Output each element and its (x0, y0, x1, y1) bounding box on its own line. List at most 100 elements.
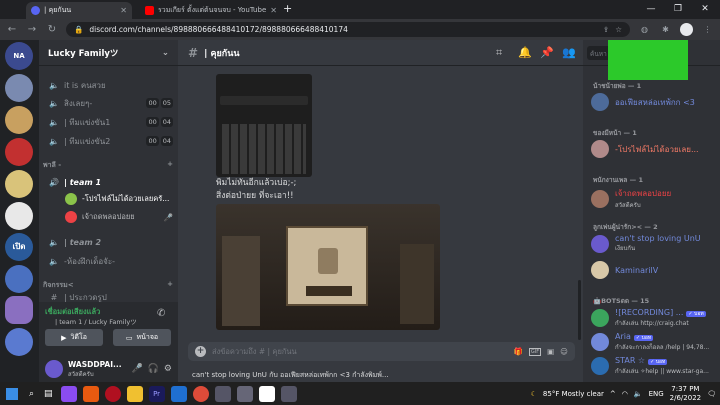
member-item[interactable]: STAR ☆ ✓ บอท กำลังเล่น ✧help || www.star-g… (591, 356, 715, 376)
task-view-icon[interactable]: ▤ (44, 389, 53, 399)
avatar[interactable] (45, 360, 63, 378)
clock[interactable]: 7:37 PM 2/6/2022 (670, 385, 701, 403)
emoji-icon[interactable]: ☺ (560, 347, 568, 356)
member-item[interactable]: ![RECORDING] ... ✓ บอท กำลังเล่น http://cr… (591, 308, 715, 328)
member-item[interactable]: -โปรไฟล์ไม่ได้อวยเลย... (591, 140, 715, 158)
server-header[interactable]: Lucky Familyツ ⌄ (39, 40, 178, 66)
app-icon[interactable] (214, 385, 231, 402)
chat-scrollbar[interactable] (578, 280, 581, 340)
back-icon[interactable]: ← (6, 24, 18, 35)
server-icon[interactable] (5, 74, 33, 102)
avatar (591, 333, 609, 351)
server-icon[interactable]: NA (5, 42, 33, 70)
chrome-icon[interactable] (192, 385, 209, 402)
voice-channel[interactable]: 🔈 -ห้องฝึกเด็อจัะ- (45, 252, 173, 270)
minimize-icon[interactable]: — (638, 2, 664, 16)
server-icon[interactable] (5, 202, 33, 230)
disconnect-icon[interactable]: ✆ (157, 308, 165, 319)
app-icon[interactable] (236, 385, 253, 402)
gear-icon[interactable]: ⚙ (164, 364, 172, 374)
server-icon[interactable] (5, 106, 33, 134)
weather-text[interactable]: 85°F Mostly clear (543, 390, 604, 398)
close-window-icon[interactable]: ✕ (692, 2, 718, 16)
plus-icon[interactable]: + (167, 280, 173, 291)
voice-user[interactable]: -โปรไฟล์ไม่ได้อวยเลยครั... (65, 193, 173, 205)
star-icon[interactable]: ☆ (615, 25, 622, 34)
voice-channel[interactable]: 🔈 สิงเลยๆ- 00 05 (45, 94, 173, 112)
profile-avatar[interactable] (680, 23, 693, 36)
gif-icon[interactable]: GIF (528, 347, 542, 356)
bot-badge: ✓ บอท (648, 359, 668, 365)
volume-icon[interactable]: 🔈 (634, 390, 643, 398)
address-bar[interactable]: 🔒 discord.com/channels/89888066648841017… (66, 22, 630, 37)
share-icon[interactable]: ⇪ (603, 25, 609, 34)
reload-icon[interactable]: ↻ (46, 24, 58, 35)
gift-icon[interactable]: 🎁 (514, 347, 523, 356)
bell-icon[interactable]: 🔔 (518, 46, 532, 59)
member-item[interactable]: can't stop loving UnU เงียบกัน (591, 234, 715, 253)
voice-channel[interactable]: 🔈 | ทีมแข่งขัน1 00 04 (45, 113, 173, 131)
menu-icon[interactable]: ⋮ (701, 23, 714, 36)
voice-channel-team1[interactable]: 🔊 | team 1 (45, 173, 173, 191)
messenger-icon[interactable] (60, 385, 77, 402)
server-icon[interactable] (5, 328, 33, 356)
screen-share-button[interactable]: ▭ หน้าจอ (113, 329, 171, 346)
server-icon-active[interactable] (5, 296, 33, 324)
app-icon[interactable] (280, 385, 297, 402)
category-header[interactable]: กิจกรรม< + (43, 280, 173, 291)
opera-icon[interactable] (104, 385, 121, 402)
notification-icon[interactable]: 🗨 (707, 390, 716, 398)
members-icon[interactable]: 👥 (562, 46, 576, 59)
member-item[interactable]: ออเฟียสหล่อเทพ้กก <3 (591, 93, 715, 111)
member-item[interactable]: Aria ✓ บอท กำลังจะกาลงก็อลล /help | 94,78.… (591, 332, 715, 352)
headphones-icon[interactable]: 🎧 (148, 364, 159, 374)
voice-user[interactable]: เจ้าถดพลอปอยย 🎤 (65, 211, 173, 223)
channel-label: | ประกวดรูป (64, 292, 107, 302)
category-header[interactable]: พาลี - + (43, 160, 173, 171)
close-icon[interactable]: ✕ (270, 6, 277, 15)
server-icon[interactable]: เปิด (5, 233, 33, 261)
browser-tab-youtube[interactable]: รวมเกียร์ ตั้งแต่ต้นจนจบ - YouTube ✕ (140, 2, 278, 19)
server-icon[interactable] (5, 138, 33, 166)
add-attachment-icon[interactable]: + (195, 346, 206, 357)
premiere-icon[interactable]: Pr (148, 385, 165, 402)
chevron-up-icon[interactable]: ^ (610, 390, 616, 398)
member-name: ![RECORDING] ... (615, 308, 684, 317)
sticker-icon[interactable]: ▣ (547, 347, 554, 356)
member-group-label: ของมีหน้า — 1 (593, 129, 637, 137)
language-indicator[interactable]: ENG (649, 390, 664, 398)
plus-icon[interactable]: + (167, 160, 173, 171)
app-icon[interactable] (258, 385, 275, 402)
pin-icon[interactable]: 📌 (540, 46, 554, 59)
maximize-icon[interactable]: ❐ (665, 2, 691, 16)
extension-icon[interactable]: ◍ (638, 23, 651, 36)
app-icon[interactable] (82, 385, 99, 402)
attachment-image-game[interactable] (216, 204, 440, 330)
text-channel[interactable]: # | ประกวดรูป (45, 292, 173, 302)
wifi-icon[interactable]: ◠ (622, 390, 628, 398)
search-icon[interactable]: ⌕ (29, 389, 34, 399)
member-item[interactable]: KaminarilV (591, 261, 715, 279)
server-icon[interactable] (5, 265, 33, 293)
close-icon[interactable]: ✕ (120, 6, 127, 15)
attachment-image-keyboard[interactable] (216, 74, 312, 177)
windows-start-icon[interactable] (6, 387, 18, 400)
member-item[interactable]: เจ้าถดพลอปอยย สวัสดีครับ (591, 187, 715, 210)
file-explorer-icon[interactable] (126, 385, 143, 402)
mic-muted-icon[interactable]: 🎤 (131, 364, 142, 374)
puzzle-icon[interactable]: ✱ (659, 23, 672, 36)
threads-icon[interactable]: ⌗ (496, 46, 502, 60)
new-tab-button[interactable]: + (283, 2, 292, 15)
voice-channel[interactable]: 🔈 it is คนสวย (45, 76, 173, 94)
voice-channel[interactable]: 🔈 | team 2 (45, 233, 173, 251)
forward-icon[interactable]: → (26, 24, 38, 35)
member-status: สวัสดีครับ (615, 202, 641, 209)
member-name: ออเฟียสหล่อเทพ้กก <3 (615, 97, 695, 107)
browser-tab-discord[interactable]: | คุยกันน ✕ (26, 2, 132, 19)
server-icon[interactable] (5, 170, 33, 198)
game-dialog (286, 226, 368, 306)
app-icon[interactable] (170, 385, 187, 402)
voice-channel[interactable]: 🔈 | ทีมแข่งขัน2 00 04 (45, 132, 173, 150)
message-composer[interactable]: + ส่งข้อความถึง # | คุยกันน 🎁 GIF ▣ ☺ (188, 342, 575, 361)
video-button[interactable]: ▶ วิดีโอ (45, 329, 103, 346)
